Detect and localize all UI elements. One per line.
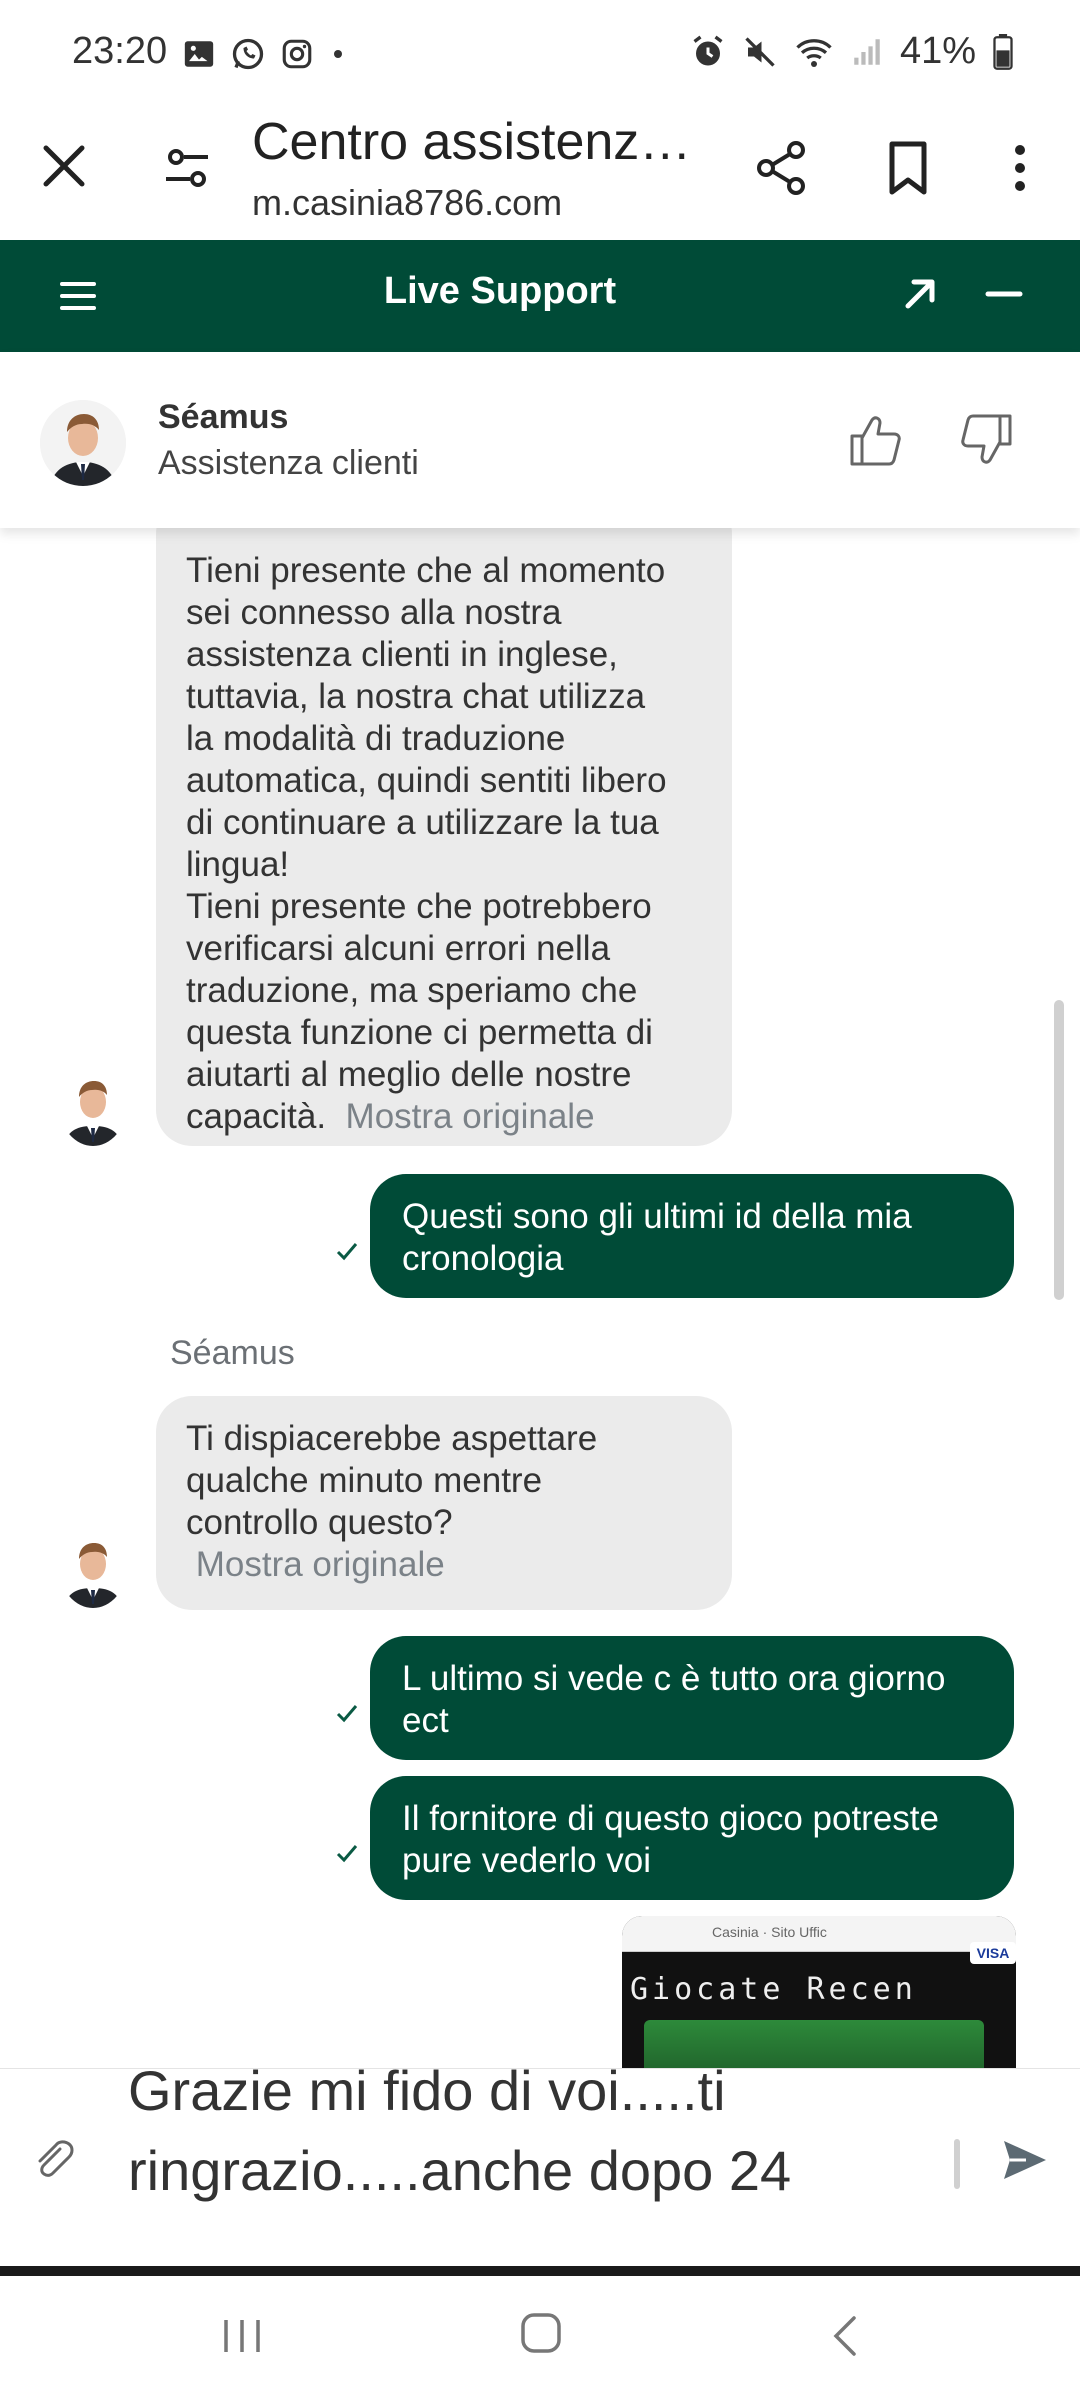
- mute-icon: [745, 36, 775, 67]
- show-original-link[interactable]: Mostra originale: [346, 1097, 595, 1136]
- chat-scrollbar[interactable]: [1054, 1000, 1064, 1300]
- message-line: Questi sono gli ultimi id della mia: [402, 1197, 912, 1236]
- agent-message-bubble: Tieni presente che al momento sei connes…: [156, 528, 732, 1146]
- message-line: Il fornitore di questo gioco potreste: [402, 1799, 939, 1838]
- image-preview-header: Casinia · Sito Uffic: [622, 1916, 1016, 1952]
- message-line: pure vederlo voi: [402, 1841, 652, 1880]
- agent-bar: Séamus Assistenza clienti: [0, 352, 1080, 528]
- message-line: questa funzione ci permetta di: [186, 1013, 653, 1052]
- battery-percent: 41%: [899, 30, 976, 72]
- page-title[interactable]: Centro assistenz…: [252, 112, 712, 172]
- message-line: Tieni presente che al momento: [186, 551, 666, 590]
- message-input-line: Grazie mi fido di voi.....ti: [128, 2069, 726, 2122]
- agent-role: Assistenza clienti: [158, 444, 419, 482]
- recent-apps-icon[interactable]: [218, 2312, 266, 2360]
- delivered-check-icon: [336, 1845, 358, 1863]
- message-line: lingua!: [186, 845, 290, 884]
- message-line: qualche minuto mentre: [186, 1461, 543, 1500]
- message-line: sei connesso alla nostra: [186, 593, 562, 632]
- input-scrollbar[interactable]: [954, 2139, 960, 2189]
- message-line: la modalità di traduzione: [186, 719, 566, 758]
- message-line: assistenza clienti in inglese,: [186, 635, 618, 674]
- message-line: Tieni presente che potrebbero: [186, 887, 652, 926]
- live-support-header: Live Support: [0, 240, 1080, 352]
- agent-name: Séamus: [158, 398, 289, 436]
- battery-icon: [993, 33, 1013, 70]
- instagram-icon: [282, 39, 312, 69]
- message-line: cronologia: [402, 1239, 564, 1278]
- send-icon[interactable]: [1000, 2135, 1050, 2185]
- user-message-bubble: Il fornitore di questo gioco potreste pu…: [370, 1776, 1014, 1900]
- user-message-bubble: Questi sono gli ultimi id della mia cron…: [370, 1174, 1014, 1298]
- message-line: controllo questo?: [186, 1503, 453, 1542]
- status-time: 23:20: [72, 30, 168, 72]
- gallery-icon: [184, 41, 214, 67]
- thumbs-up-icon[interactable]: [846, 410, 906, 470]
- thumbs-down-icon[interactable]: [956, 410, 1016, 470]
- user-message-bubble: L ultimo si vede c è tutto ora giorno ec…: [370, 1636, 1014, 1760]
- image-preview-banner: Giocate Recen: [630, 1972, 917, 2007]
- browser-toolbar: Centro assistenz… m.casinia8786.com: [0, 108, 1080, 240]
- page-info-icon[interactable]: [162, 142, 214, 194]
- live-support-title: Live Support: [383, 270, 617, 312]
- agent-avatar: [40, 400, 126, 486]
- divider: [0, 2266, 1080, 2276]
- home-icon[interactable]: [516, 2308, 566, 2358]
- message-line: verificarsi alcuni errori nella: [186, 929, 611, 968]
- agent-avatar-small: [60, 1530, 126, 1608]
- whatsapp-icon: [232, 38, 264, 70]
- message-line: ect: [402, 1701, 449, 1740]
- delivered-check-icon: [336, 1243, 358, 1261]
- message-composer: Grazie mi fido di voi.....ti ringrazio..…: [0, 2068, 1080, 2266]
- wifi-icon: [796, 38, 832, 67]
- agent-avatar-small: [60, 1068, 126, 1146]
- alarm-icon: [693, 35, 723, 65]
- message-line: di continuare a utilizzare la tua: [186, 803, 659, 842]
- message-input[interactable]: Grazie mi fido di voi.....ti ringrazio..…: [128, 2069, 928, 2267]
- sender-label: Séamus: [170, 1334, 295, 1372]
- show-original-link[interactable]: Mostra originale: [196, 1545, 445, 1584]
- system-status-icons: 41%: [690, 30, 1014, 73]
- message-line: Mostra originale: [186, 1544, 702, 1586]
- share-icon[interactable]: [752, 138, 812, 198]
- close-icon[interactable]: [36, 138, 92, 194]
- image-attachment[interactable]: Casinia · Sito Uffic VISA Giocate Recen: [622, 1916, 1016, 2068]
- delivered-check-icon: [336, 1705, 358, 1723]
- chat-transcript[interactable]: Tieni presente che al momento sei connes…: [0, 528, 1080, 2068]
- minimize-icon[interactable]: [980, 270, 1028, 318]
- message-text: Tieni presente che al momento sei connes…: [186, 550, 702, 1138]
- message-line: capacità. Mostra originale: [186, 1096, 702, 1138]
- attach-icon[interactable]: [30, 2137, 76, 2183]
- page-url[interactable]: m.casinia8786.com: [252, 182, 562, 224]
- popout-arrow-icon[interactable]: [896, 270, 944, 318]
- message-line: aiutarti al meglio delle nostre: [186, 1055, 632, 1094]
- signal-icon: [854, 38, 880, 65]
- message-line: tuttavia, la nostra chat utilizza: [186, 677, 646, 716]
- game-tile-image: [644, 2020, 984, 2068]
- message-input-line: ringrazio.....anche dopo 24: [128, 2139, 792, 2202]
- message-line-text: capacità.: [186, 1097, 327, 1136]
- visa-badge: VISA: [970, 1942, 1016, 1964]
- more-options-icon[interactable]: [1000, 138, 1040, 198]
- message-line: automatica, quindi sentiti libero: [186, 761, 667, 800]
- bookmark-icon[interactable]: [878, 138, 938, 198]
- message-line: traduzione, ma speriamo che: [186, 971, 638, 1010]
- dot-icon: [334, 50, 342, 58]
- notification-icons: [182, 36, 348, 72]
- agent-message-bubble: Ti dispiacerebbe aspettare qualche minut…: [156, 1396, 732, 1610]
- back-icon[interactable]: [826, 2312, 866, 2360]
- status-bar: 23:20 41%: [0, 0, 1080, 108]
- message-line: L ultimo si vede c è tutto ora giorno: [402, 1659, 946, 1698]
- system-navigation-bar: [0, 2276, 1080, 2400]
- image-preview-header-text: Casinia · Sito Uffic: [712, 1924, 827, 1940]
- message-line: Ti dispiacerebbe aspettare: [186, 1419, 598, 1458]
